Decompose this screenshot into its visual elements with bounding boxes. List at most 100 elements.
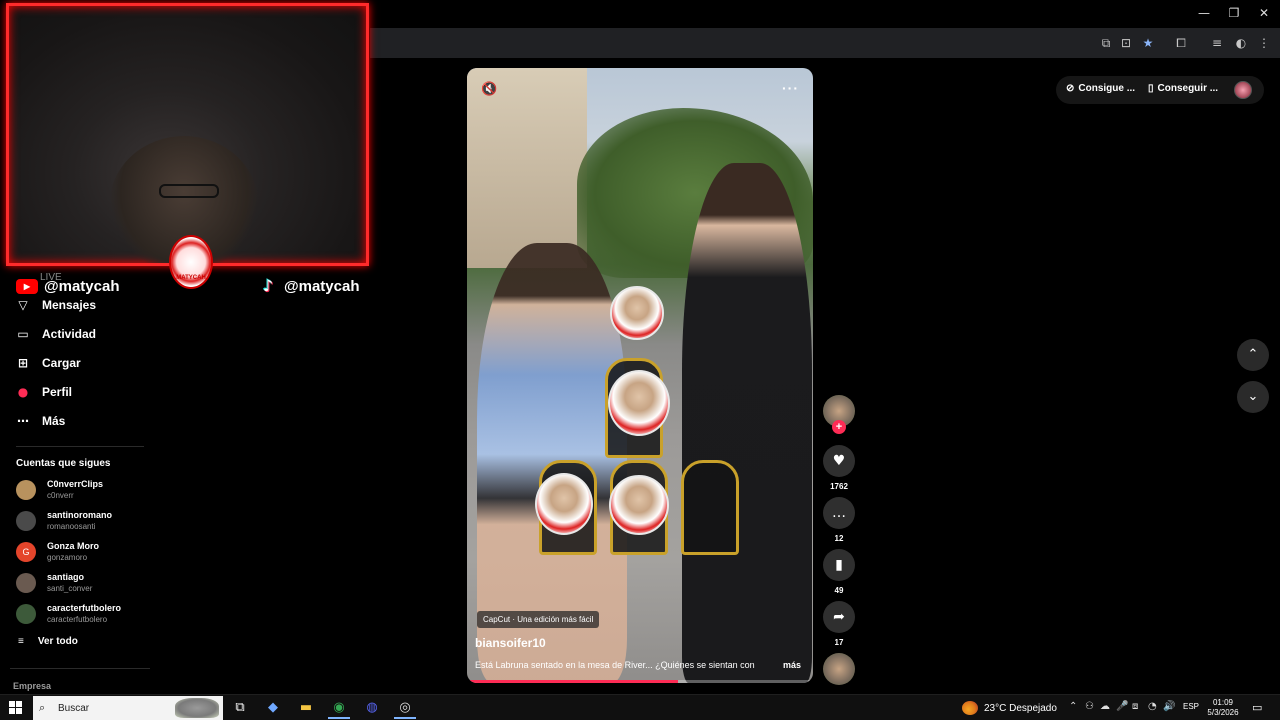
sidebar-item-label: Perfil — [42, 385, 73, 399]
throne-sticker — [681, 460, 739, 555]
next-video-button[interactable]: ⌄ — [1237, 381, 1269, 413]
send-icon: ▽ — [18, 298, 28, 312]
comment-button[interactable]: … — [823, 497, 855, 529]
restore-button[interactable]: ❐ — [1218, 4, 1250, 22]
video-player[interactable]: 🔇 ··· CapCut · Una edición más fácil bia… — [467, 68, 813, 683]
account-username: romanoosanti — [47, 522, 96, 531]
sidebar-item-cargar[interactable]: ⊞ Cargar — [16, 352, 81, 374]
sidebar: ▽ Mensajes ▭ Actividad ⊞ Cargar ● Perfil… — [0, 296, 150, 692]
file-explorer-icon[interactable]: ▬ — [295, 697, 317, 719]
language-indicator[interactable]: ESP — [1183, 702, 1199, 711]
video-more-icon[interactable]: ··· — [782, 80, 799, 96]
player-sticker — [610, 286, 664, 340]
badge-text: MATYCAH — [176, 275, 206, 281]
streamer-glasses — [159, 184, 219, 198]
network-icon[interactable]: ◔ — [1148, 701, 1157, 712]
onedrive-icon[interactable]: ☁ — [1100, 701, 1110, 712]
install-icon[interactable]: ⊡ — [1117, 34, 1135, 52]
video-person-right — [682, 163, 812, 683]
footer-empresa-link[interactable]: Empresa — [13, 681, 51, 691]
following-account[interactable]: santinoromano romanoosanti — [16, 507, 156, 535]
menu-icon[interactable]: ⋮ — [1255, 34, 1273, 52]
following-account[interactable]: C0nverrClips c0nverr — [16, 476, 156, 504]
notification-icon[interactable]: ▭ — [1252, 701, 1262, 714]
sound-avatar[interactable] — [823, 653, 855, 685]
tray-device-icon[interactable]: ⧈ — [1132, 701, 1138, 712]
following-title: Cuentas que sigues — [16, 458, 111, 469]
player-sticker — [609, 475, 669, 535]
coin-icon: ⊘ — [1066, 83, 1075, 94]
video-progress-fill — [467, 680, 679, 683]
chrome-icon[interactable]: ◉ — [328, 697, 350, 719]
account-name: C0nverrClips — [47, 479, 104, 489]
top-actions-bar: ⊘ Consigue ... ▯ Conseguir ... — [1056, 76, 1264, 104]
sidebar-item-mensajes[interactable]: ▽ Mensajes — [16, 294, 96, 316]
get-coins-label: Consigue ... — [1078, 83, 1136, 94]
address-bar[interactable] — [370, 31, 1090, 55]
account-name: caracterfutbolero — [47, 603, 122, 613]
account-name: santinoromano — [47, 510, 113, 520]
chevron-up-icon: ⌃ — [1247, 347, 1259, 362]
task-view-icon[interactable]: ⧉ — [229, 697, 251, 719]
activity-icon: ▭ — [17, 327, 29, 341]
copilot-icon[interactable]: ◆ — [262, 697, 284, 719]
discord-icon[interactable]: ◍ — [361, 697, 383, 719]
sidebar-item-mas[interactable]: ⋯ Más — [16, 410, 65, 432]
tiktok-handle: ♪ @matycah — [258, 276, 360, 296]
follow-plus-button[interactable]: + — [832, 420, 846, 434]
microphone-icon[interactable]: 🎤 — [1116, 701, 1128, 712]
comment-icon: … — [832, 505, 846, 521]
windows-start-icon[interactable] — [9, 701, 22, 714]
volume-icon[interactable]: 🔊 — [1163, 701, 1175, 712]
tray-app-icon[interactable]: ⚇ — [1085, 701, 1094, 712]
share-icon: ➦ — [833, 609, 845, 625]
get-app-button[interactable]: ▯ Conseguir ... — [1148, 83, 1218, 94]
heart-icon: ♥ — [832, 453, 846, 469]
translate-icon[interactable]: ⧉ — [1097, 34, 1115, 52]
obs-icon[interactable]: ◎ — [394, 697, 416, 719]
extensions-icon[interactable]: ⧠ — [1172, 34, 1190, 52]
browser-toolbar: ⧉ ⊡ ★ ⧠ ≡ ◐ ⋮ — [370, 28, 1280, 58]
sidebar-item-actividad[interactable]: ▭ Actividad — [16, 323, 96, 345]
previous-video-button[interactable]: ⌃ — [1237, 339, 1269, 371]
share-button[interactable]: ➦ — [823, 601, 855, 633]
following-account[interactable]: G Gonza Moro gonzamoro — [16, 538, 156, 566]
mute-icon[interactable]: 🔇 — [481, 82, 497, 97]
user-avatar[interactable] — [1234, 81, 1252, 99]
capcut-tag[interactable]: CapCut · Una edición más fácil — [477, 611, 600, 628]
video-author[interactable]: biansoifer10 — [475, 636, 546, 650]
avatar — [16, 511, 36, 531]
profile-icon[interactable]: ◐ — [1232, 34, 1250, 52]
more-icon: ⋯ — [17, 414, 29, 428]
player-sticker — [608, 370, 670, 436]
upload-icon: ⊞ — [17, 356, 29, 370]
youtube-handle: ▶ @matycah — [16, 276, 120, 296]
sidebar-item-perfil[interactable]: ● Perfil — [16, 381, 72, 403]
system-clock[interactable]: 01:09 5/3/2026 — [1205, 698, 1241, 718]
bookmark-button[interactable]: ▮ — [823, 549, 855, 581]
bookmark-star-icon[interactable]: ★ — [1139, 34, 1157, 52]
minimize-button[interactable]: — — [1188, 4, 1220, 22]
following-account[interactable]: caracterfutbolero caracterfutbolero — [16, 600, 156, 628]
get-coins-button[interactable]: ⊘ Consigue ... — [1066, 83, 1135, 94]
sidebar-item-label: Actividad — [42, 327, 97, 341]
clock-date: 5/3/2026 — [1207, 708, 1239, 717]
phone-icon: ▯ — [1148, 83, 1154, 94]
weather-widget[interactable]: 23°C Despejado — [962, 701, 1057, 715]
close-button[interactable]: ✕ — [1248, 4, 1280, 22]
bookmark-icon: ▮ — [835, 557, 843, 573]
video-progress-track[interactable] — [467, 680, 813, 683]
media-icon[interactable]: ≡ — [1208, 34, 1226, 52]
account-username: c0nverr — [47, 491, 74, 500]
like-button[interactable]: ♥ — [823, 445, 855, 477]
comment-count: 12 — [834, 534, 844, 543]
tiktok-handle-text: @matycah — [284, 277, 360, 295]
taskbar-search[interactable]: ⌕ Buscar — [33, 696, 223, 720]
see-all-link[interactable]: ≡ Ver todo — [18, 636, 78, 647]
windows-taskbar: ⌕ Buscar ⧉ ◆ ▬ ◉ ◍ ◎ 23°C Despejado ⌃ ⚇ … — [0, 694, 1280, 720]
video-building — [467, 68, 587, 268]
tray-expand-icon[interactable]: ⌃ — [1069, 701, 1077, 712]
search-icon: ⌕ — [39, 701, 46, 714]
description-more-button[interactable]: más — [783, 660, 801, 670]
following-account[interactable]: santiago santi_conver — [16, 569, 156, 597]
